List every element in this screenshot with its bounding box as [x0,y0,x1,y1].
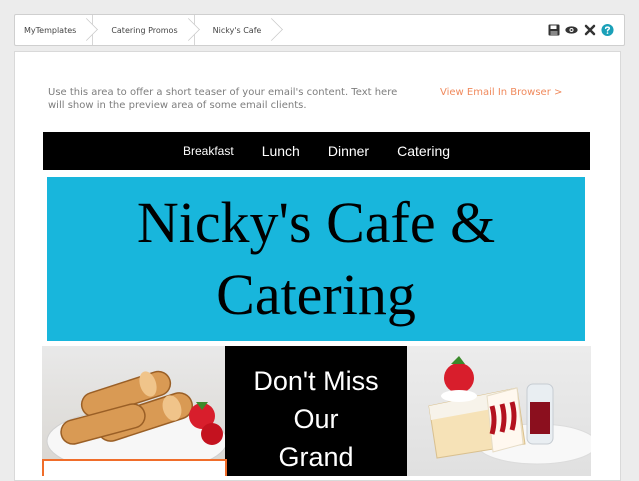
save-icon[interactable] [547,24,560,37]
nav-dinner[interactable]: Dinner [328,143,369,159]
nav-catering[interactable]: Catering [397,143,450,159]
promo-line-3: Grand [278,442,354,472]
nav-breakfast[interactable]: Breakfast [183,144,234,158]
preheader-text[interactable]: Use this area to offer a short teaser of… [48,86,398,112]
orange-tab-accent [42,459,227,476]
cake-image[interactable] [407,346,591,476]
breadcrumb-nickys-cafe[interactable]: Nicky's Cafe [195,15,278,45]
promo-line-1: Don't Miss [253,366,379,396]
nav-lunch[interactable]: Lunch [262,143,300,159]
view-in-browser-link[interactable]: View Email In Browser > [440,87,562,98]
email-nav-bar[interactable]: Breakfast Lunch Dinner Catering [43,132,590,170]
help-icon[interactable] [601,23,614,37]
promo-strip: Don't Miss Our Grand [42,346,591,476]
promo-black-panel[interactable]: Don't Miss Our Grand [225,346,407,476]
breadcrumb-mytemplates[interactable]: MyTemplates [15,15,94,45]
close-icon[interactable] [583,24,596,37]
toolbar [547,23,624,37]
crepes-image[interactable] [42,346,225,476]
breadcrumb-bar: MyTemplates Catering Promos Nicky's Cafe [14,14,625,46]
promo-line-2: Our [293,404,339,434]
preview-eye-icon[interactable] [565,24,578,37]
hero-banner[interactable]: Nicky's Cafe & Catering [47,177,585,341]
promo-text: Don't Miss Our Grand [253,346,378,476]
hero-title: Nicky's Cafe & Catering [136,190,496,327]
breadcrumb-catering-promos[interactable]: Catering Promos [93,15,195,45]
